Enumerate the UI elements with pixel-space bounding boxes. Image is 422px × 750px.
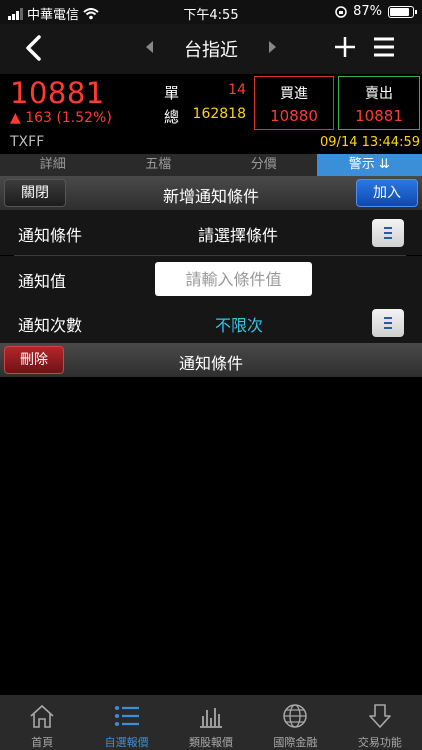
list-title: 通知條件	[178, 354, 243, 373]
form-header: 關閉 新增通知條件 加入	[0, 176, 422, 210]
status-right: 87%	[335, 4, 417, 19]
bottom-tab-label: 類股報價	[189, 736, 234, 749]
trade-arrow-icon	[369, 704, 391, 728]
tab-detail[interactable]: 詳細	[0, 154, 106, 176]
add-button[interactable]: 加入	[356, 179, 418, 207]
value-row: 通知值	[0, 256, 422, 301]
home-icon	[30, 704, 54, 728]
total-volume-value: 162818	[192, 106, 246, 122]
list-picker-icon	[384, 317, 392, 329]
next-symbol-icon[interactable]	[268, 40, 278, 54]
sell-price: 10881	[355, 107, 403, 125]
value-label: 通知值	[18, 272, 67, 291]
rotation-lock-icon	[335, 5, 347, 18]
bar-chart-icon	[200, 708, 223, 728]
detail-tabs: 詳細 五檔 分價 警示 ⇊	[0, 154, 422, 176]
bottom-tab-watchlist[interactable]: 自選報價	[84, 695, 168, 750]
single-volume-value: 14	[228, 82, 246, 98]
tab-five-levels[interactable]: 五檔	[106, 154, 212, 176]
nav-bar: 台指近	[0, 24, 422, 74]
sell-label: 賣出	[365, 86, 393, 102]
condition-picker-button[interactable]	[372, 219, 404, 247]
sell-button[interactable]: 賣出 10881	[338, 76, 420, 130]
tab-price-volume[interactable]: 分價	[211, 154, 317, 176]
bottom-tab-bar: 首頁 自選報價 類股報價 國際金融 交易功能	[0, 695, 422, 750]
count-select[interactable]: 不限次	[0, 312, 422, 336]
list-header: 刪除 通知條件	[0, 343, 422, 377]
globe-icon	[283, 704, 308, 728]
condition-row: 通知條件 請選擇條件	[0, 210, 422, 255]
symbol-code: TXFF	[10, 134, 45, 150]
battery-percent: 87%	[353, 4, 382, 19]
condition-value-input[interactable]	[155, 262, 312, 296]
buy-label: 買進	[280, 86, 308, 102]
count-picker-button[interactable]	[372, 309, 404, 337]
bottom-tab-label: 國際金融	[273, 736, 318, 749]
add-icon[interactable]	[333, 35, 357, 59]
alert-list	[0, 377, 422, 695]
status-bar: 中華電信 下午4:55 87%	[0, 0, 422, 24]
last-price: 10881	[10, 76, 105, 110]
total-volume-label: 總	[164, 108, 180, 126]
bottom-tab-label: 交易功能	[357, 736, 402, 749]
page-title: 台指近	[184, 40, 238, 61]
list-icon	[114, 706, 139, 726]
bottom-tab-label: 首頁	[31, 736, 54, 749]
buy-button[interactable]: 買進 10880	[254, 76, 334, 130]
count-row: 通知次數 不限次	[0, 300, 422, 343]
menu-icon[interactable]	[372, 35, 396, 59]
price-change: ▲ 163 (1.52%)	[10, 110, 112, 126]
bottom-tab-home[interactable]: 首頁	[0, 695, 84, 750]
bottom-tab-global[interactable]: 國際金融	[253, 695, 337, 750]
tab-alert[interactable]: 警示 ⇊	[316, 154, 422, 176]
quote-timestamp: 09/14 13:44:59	[320, 135, 420, 150]
single-volume-label: 單	[164, 84, 180, 102]
buy-price: 10880	[270, 107, 318, 125]
bottom-tab-trade[interactable]: 交易功能	[338, 695, 422, 750]
list-picker-icon	[384, 227, 392, 239]
battery-icon	[388, 5, 417, 18]
bottom-tab-sectors[interactable]: 類股報價	[169, 695, 253, 750]
quote-panel: 10881 ▲ 163 (1.52%) TXFF 單 總 14 162818 買…	[0, 74, 422, 154]
bottom-tab-label: 自選報價	[104, 736, 149, 749]
condition-select[interactable]: 請選擇條件	[0, 222, 422, 246]
